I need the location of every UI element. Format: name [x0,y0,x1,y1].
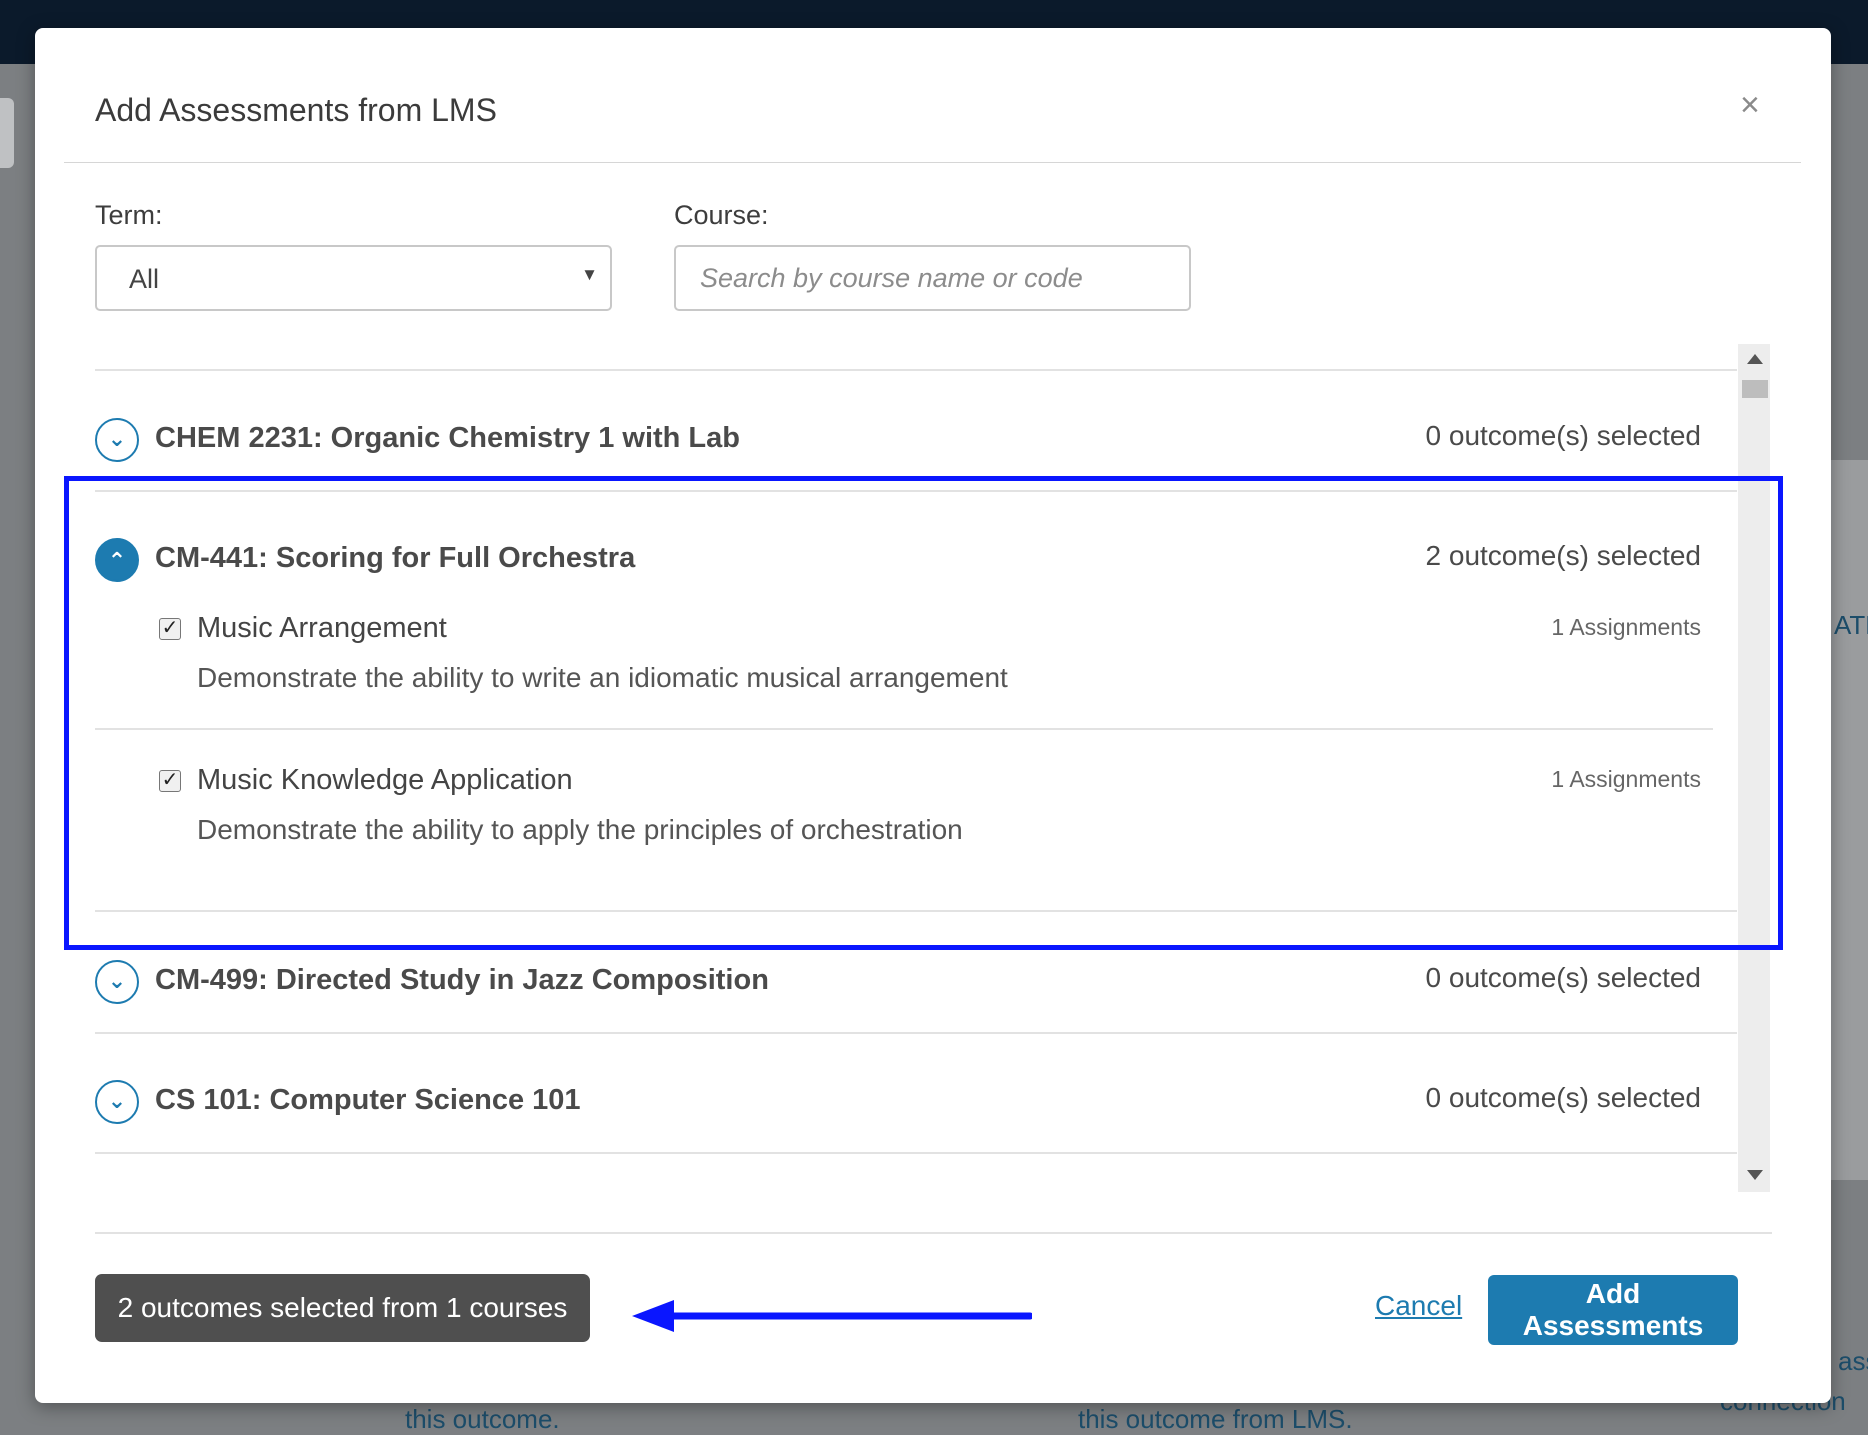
course-name: CS 101: Computer Science 101 [155,1084,581,1116]
term-label: Term: [95,200,163,230]
outcome-description: Demonstrate the ability to write an idio… [197,662,1008,693]
background-control [0,98,14,168]
chevron-down-icon[interactable]: ⌄ [95,1080,139,1124]
course-name: CM-499: Directed Study in Jazz Compositi… [155,964,769,996]
course-name: CHEM 2231: Organic Chemistry 1 with Lab [155,422,740,454]
course-selected-count: 0 outcome(s) selected [1425,962,1701,993]
list-divider [95,1032,1737,1034]
outcome-item: ✓ Music Knowledge Application 1 Assignme… [95,762,1713,872]
course-row-cm-499[interactable]: ⌄ CM-499: Directed Study in Jazz Composi… [95,954,1713,1014]
outcome-checkbox[interactable]: ✓ [159,770,181,792]
outcome-assignments: 1 Assignments [1551,614,1701,640]
chevron-down-icon[interactable]: ⌄ [95,960,139,1004]
course-selected-count: 0 outcome(s) selected [1425,1082,1701,1113]
selection-summary-badge: 2 outcomes selected from 1 courses [95,1274,590,1342]
list-scrollbar[interactable] [1738,344,1770,1192]
modal-title: Add Assessments from LMS [95,92,497,128]
chevron-down-icon[interactable]: ⌄ [95,418,139,462]
course-list: ⌄ CHEM 2231: Organic Chemistry 1 with La… [95,350,1737,1200]
add-assessments-button[interactable]: Add Assessments [1488,1275,1738,1345]
list-divider [95,490,1737,492]
course-name: CM-441: Scoring for Full Orchestra [155,542,636,574]
background-text-middle: this outcome from LMS. [1078,1404,1353,1434]
scroll-up-arrow-icon[interactable] [1747,354,1763,364]
background-text-right: ATE [1834,610,1868,640]
background-text-left: this outcome. [405,1404,560,1434]
header-divider [64,162,1801,163]
outcome-description: Demonstrate the ability to apply the pri… [197,814,963,845]
outcome-title: Music Arrangement [197,612,447,644]
outcome-divider [95,728,1713,730]
outcome-item: ✓ Music Arrangement 1 Assignments Demons… [95,610,1713,720]
term-select[interactable]: All ▼ [95,245,612,311]
close-icon[interactable]: × [1740,86,1760,125]
background-text-corner: ass [1838,1346,1868,1376]
scroll-down-arrow-icon[interactable] [1747,1170,1763,1180]
list-divider [95,1152,1737,1154]
dropdown-arrow-icon: ▼ [581,265,598,284]
chevron-up-icon[interactable]: ⌃ [95,538,139,582]
list-divider [95,910,1737,912]
annotation-arrow-icon [632,1300,1032,1332]
outcome-checkbox[interactable]: ✓ [159,618,181,640]
course-search-input[interactable] [674,245,1191,311]
background-panel-right [1831,460,1868,1180]
footer-divider [95,1232,1772,1234]
course-row-cm-441[interactable]: ⌃ CM-441: Scoring for Full Orchestra 2 o… [95,532,1713,592]
course-row-cs-101[interactable]: ⌄ CS 101: Computer Science 101 0 outcome… [95,1074,1713,1134]
course-selected-count: 0 outcome(s) selected [1425,420,1701,451]
term-select-value: All [129,264,160,294]
course-row-chem-2231[interactable]: ⌄ CHEM 2231: Organic Chemistry 1 with La… [95,412,1713,472]
course-selected-count: 2 outcome(s) selected [1425,540,1701,571]
outcome-assignments: 1 Assignments [1551,766,1701,792]
cancel-button[interactable]: Cancel [1375,1290,1462,1322]
list-divider [95,369,1737,371]
course-label: Course: [674,200,769,230]
scrollbar-thumb[interactable] [1742,380,1768,398]
outcome-title: Music Knowledge Application [197,764,573,796]
